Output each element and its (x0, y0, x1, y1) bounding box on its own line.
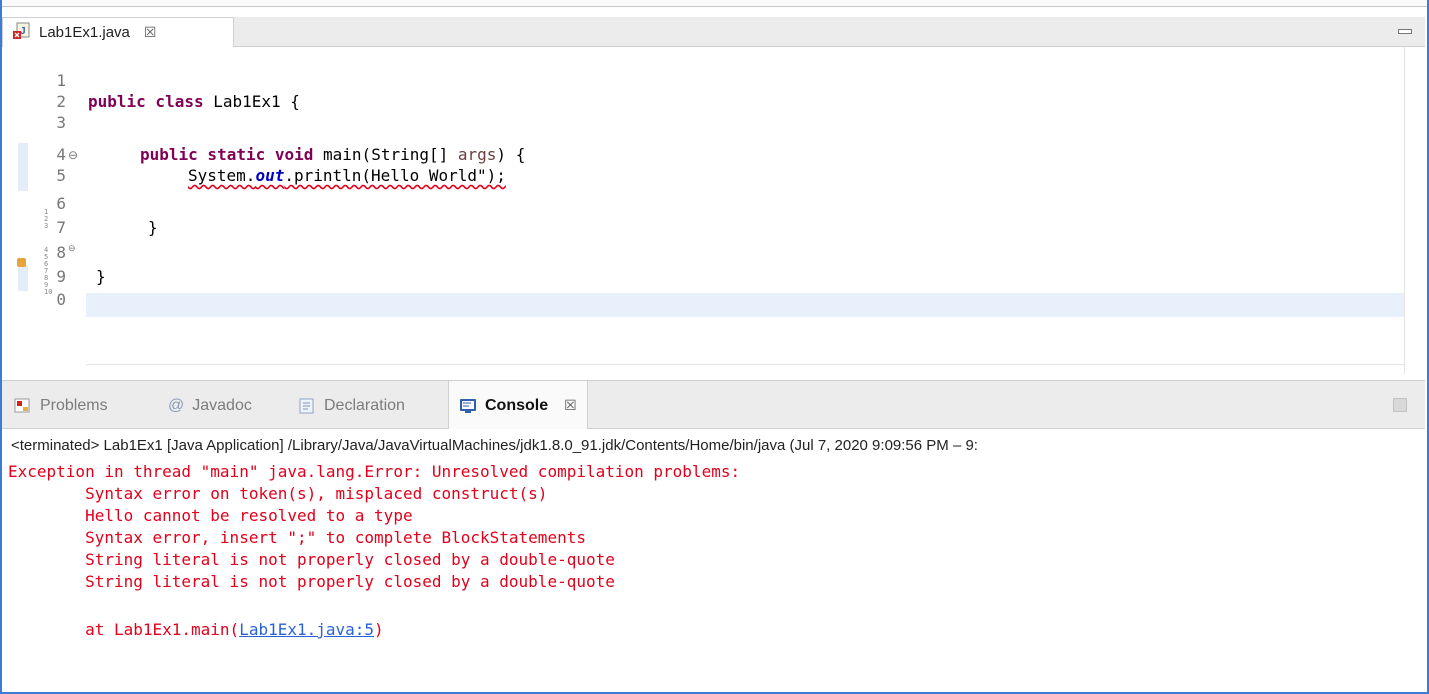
tab-label: Problems (40, 396, 108, 414)
code-line-7: } (148, 218, 158, 237)
overview-ruler[interactable] (1404, 47, 1425, 374)
overlay-artifact: 4 5 6 7 8 9 10 (44, 246, 53, 296)
java-file-error-icon: J (13, 22, 31, 44)
maximize-icon[interactable] (1393, 398, 1407, 412)
code-editor[interactable]: 1 2 3 4 ⊖ 5 6 7 8 ⊖ 9 0 123 4 5 6 7 8 9 10 pub… (2, 47, 1425, 374)
line-number: 5 (56, 166, 66, 185)
horizontal-scrollbar[interactable] (86, 364, 1404, 374)
tab-javadoc[interactable]: @ Javadoc (168, 381, 252, 430)
overlay-artifact: 123 (44, 208, 49, 230)
source-link[interactable]: Lab1Ex1.java:5 (239, 620, 374, 639)
tab-label: Console (485, 396, 549, 414)
console-line: Syntax error on token(s), misplaced cons… (8, 484, 548, 503)
close-icon[interactable]: ☒ (564, 397, 577, 414)
error-marker-icon[interactable] (17, 258, 26, 267)
tab-label: Javadoc (192, 396, 252, 414)
console-line: Syntax error, insert ";" to complete Blo… (8, 528, 586, 547)
console-icon (459, 397, 477, 415)
problems-icon (14, 397, 32, 415)
editor-tab-bar: J Lab1Ex1.java ☒ (2, 17, 1425, 47)
line-number: 1 (56, 71, 66, 90)
fold-collapse-icon[interactable]: ⊖ (68, 148, 78, 162)
code-line-4: public static void main(String[] args) { (140, 145, 526, 164)
at-icon: @ (168, 396, 185, 414)
code-line-5: System.out.println(Hello World"); (188, 166, 506, 185)
range-indicator (18, 143, 28, 191)
code-line-9: } (96, 267, 106, 286)
tab-problems[interactable]: Problems (14, 381, 108, 430)
console-output[interactable]: <terminated> Lab1Ex1 [Java Application] … (2, 429, 1425, 692)
tab-label: Declaration (324, 396, 405, 414)
current-line-highlight (86, 293, 1404, 317)
console-line: String literal is not properly closed by… (8, 550, 615, 569)
line-number: 3 (56, 113, 66, 132)
declaration-icon (298, 397, 316, 415)
line-number: 4 (56, 145, 66, 164)
tab-declaration[interactable]: Declaration (298, 381, 405, 430)
terminated-status: <terminated> Lab1Ex1 [Java Application] … (11, 437, 978, 454)
range-indicator (18, 265, 28, 291)
close-icon[interactable]: ☒ (144, 24, 157, 41)
stack-trace-line: at Lab1Ex1.main(Lab1Ex1.java:5) (8, 620, 384, 639)
line-number-gutter: 1 2 3 4 ⊖ 5 6 7 8 ⊖ 9 0 123 4 5 6 7 8 9 10 (2, 47, 86, 374)
tab-console[interactable]: Console ☒ (448, 381, 588, 430)
minimize-icon[interactable] (1397, 23, 1412, 37)
tab-lab1ex1-java[interactable]: J Lab1Ex1.java ☒ (2, 17, 234, 47)
console-line: Hello cannot be resolved to a type (8, 506, 413, 525)
code-line-2: public class Lab1Ex1 { (88, 92, 300, 111)
line-number: 2 (56, 92, 66, 111)
fold-collapse-icon[interactable]: ⊖ (68, 243, 76, 254)
console-line: String literal is not properly closed by… (8, 572, 615, 591)
console-line: Exception in thread "main" java.lang.Err… (8, 462, 741, 481)
tab-label: Lab1Ex1.java (39, 24, 130, 41)
console-tab-bar: Problems @ Javadoc Declaration Console ☒ (2, 380, 1425, 430)
